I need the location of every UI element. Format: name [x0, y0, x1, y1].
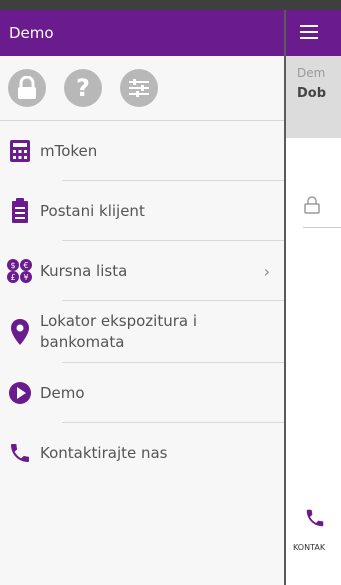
main-subheader-text: Dem [297, 66, 326, 80]
calculator-icon [0, 139, 40, 163]
hamburger-menu-icon[interactable] [300, 24, 318, 43]
play-icon [0, 381, 40, 405]
menu-item-label: Demo [40, 383, 85, 402]
svg-text:$: $ [10, 261, 15, 270]
help-icon[interactable]: ? [64, 69, 102, 107]
lock-icon[interactable] [8, 69, 46, 107]
svg-text:£: £ [10, 273, 15, 282]
menu-item-label: mToken [40, 141, 98, 160]
svg-text:€: € [23, 261, 28, 270]
currency-exchange-icon: $ € £ ¥ [0, 258, 40, 284]
menu-item-label: Kontaktirajte nas [40, 443, 168, 462]
main-subheader: Dem Dob [286, 56, 341, 138]
drawer-title: Demo [9, 24, 54, 42]
navigation-drawer: Demo ? mToken Postani klijent $ € £ ¥ Ku… [0, 10, 286, 585]
location-pin-icon [0, 318, 40, 346]
input-underline [303, 227, 341, 228]
menu-item-kontakt[interactable]: Kontaktirajte nas [0, 423, 284, 483]
main-content-peek: Dem Dob KONTAK [286, 10, 341, 585]
lock-icon [304, 196, 320, 218]
clipboard-icon [0, 198, 40, 224]
drawer-quick-actions: ? [0, 56, 284, 121]
menu-item-label: Kursna lista [40, 261, 128, 280]
chevron-right-icon: › [263, 261, 270, 281]
svg-text:¥: ¥ [23, 273, 28, 282]
menu-item-demo[interactable]: Demo [0, 363, 284, 423]
menu-item-kursna-lista[interactable]: $ € £ ¥ Kursna lista › [0, 241, 284, 301]
phone-icon[interactable] [304, 507, 326, 533]
menu-item-postani-klijent[interactable]: Postani klijent [0, 181, 284, 241]
phone-icon [0, 441, 40, 465]
drawer-header: Demo [0, 10, 284, 56]
main-subheader-title: Dob [297, 86, 327, 101]
menu-item-mtoken[interactable]: mToken [0, 121, 284, 181]
menu-item-label: Postani klijent [40, 201, 145, 220]
main-header [286, 10, 341, 56]
status-strip [0, 0, 341, 10]
menu-item-label: Lokator ekspozitura i bankomata [40, 312, 198, 351]
menu-item-lokator[interactable]: Lokator ekspozitura i bankomata [0, 301, 284, 363]
drawer-menu: mToken Postani klijent $ € £ ¥ Kursna li… [0, 121, 284, 483]
contact-label[interactable]: KONTAK [293, 543, 325, 552]
settings-sliders-icon[interactable] [120, 69, 158, 107]
